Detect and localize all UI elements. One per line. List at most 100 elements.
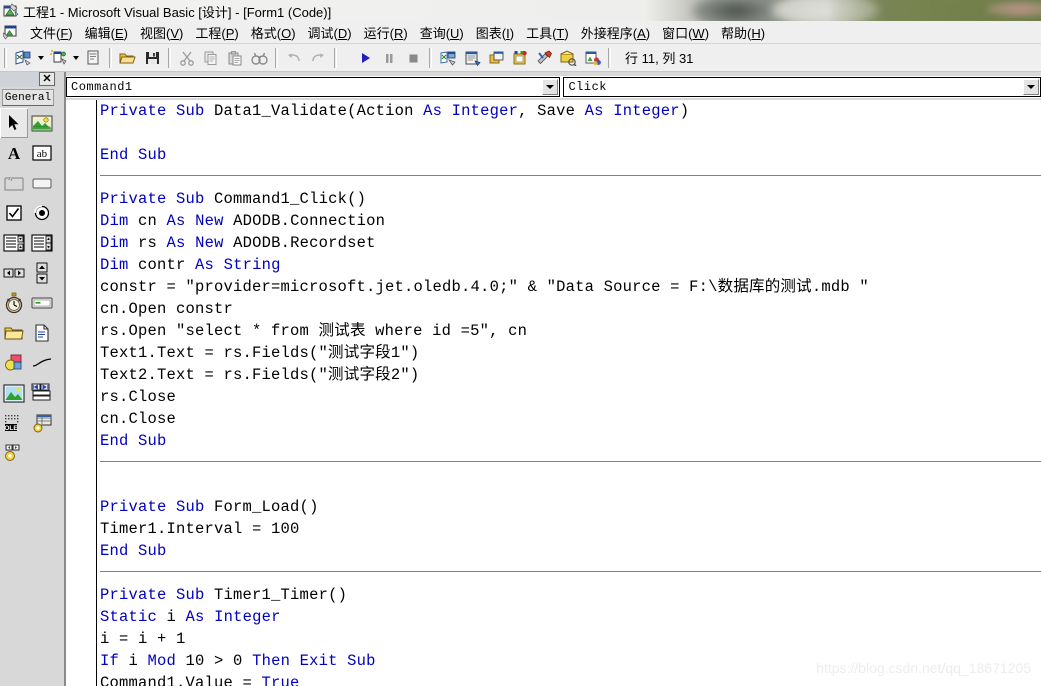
- code-line[interactable]: [100, 474, 1040, 496]
- start-button[interactable]: [353, 46, 377, 69]
- code-line[interactable]: End Sub: [100, 540, 1040, 562]
- copy-button[interactable]: [199, 46, 223, 69]
- code-line[interactable]: [100, 122, 1040, 144]
- save-project-button[interactable]: [140, 46, 164, 69]
- find-button[interactable]: [247, 46, 271, 69]
- code-line[interactable]: cn.Open constr: [100, 298, 1040, 320]
- vscrollbar-tool[interactable]: [28, 258, 56, 288]
- menu-project[interactable]: 工程(P): [189, 21, 244, 44]
- pointer-tool[interactable]: [0, 108, 28, 138]
- code-line[interactable]: Dim cn As New ADODB.Connection: [100, 210, 1040, 232]
- code-line[interactable]: Dim contr As String: [100, 254, 1040, 276]
- svg-text:xy: xy: [8, 176, 14, 182]
- code-editor[interactable]: Private Sub Data1_Validate(Action As Int…: [66, 100, 1041, 686]
- svg-text:ab: ab: [37, 148, 48, 160]
- ole-tool[interactable]: OLE: [0, 408, 28, 438]
- datagrid-tool[interactable]: [0, 438, 28, 468]
- menu-query[interactable]: 查询(U): [414, 21, 470, 44]
- dir-listbox-tool[interactable]: [0, 318, 28, 348]
- code-line[interactable]: Timer1.Interval = 100: [100, 518, 1040, 540]
- picture-box-tool[interactable]: [28, 108, 56, 138]
- code-keyword: As: [584, 102, 604, 120]
- add-form-dropdown[interactable]: [70, 46, 81, 69]
- menu-run[interactable]: 运行(R): [358, 21, 414, 44]
- add-project-dropdown[interactable]: [35, 46, 46, 69]
- menu-diagram[interactable]: 图表(I): [470, 21, 520, 44]
- toolbox-button[interactable]: [532, 46, 556, 69]
- menu-file[interactable]: 文件(F): [24, 21, 79, 44]
- object-browser-button[interactable]: [508, 46, 532, 69]
- menu-accelerator: R: [393, 25, 404, 41]
- menu-view[interactable]: 视图(V): [134, 21, 189, 44]
- combo-box-tool[interactable]: [0, 228, 28, 258]
- line-tool[interactable]: [28, 348, 56, 378]
- code-keyword: Integer: [613, 102, 680, 120]
- add-form-button[interactable]: [46, 46, 70, 69]
- data-view-button[interactable]: [556, 46, 580, 69]
- code-line[interactable]: constr = "provider=microsoft.jet.oledb.4…: [100, 276, 1040, 298]
- menu-window[interactable]: 窗口(W): [656, 21, 715, 44]
- shape-tool[interactable]: [0, 348, 28, 378]
- add-project-button[interactable]: [11, 46, 35, 69]
- menu-help[interactable]: 帮助(H): [715, 21, 771, 44]
- timer-tool[interactable]: [0, 288, 28, 318]
- project-explorer-button[interactable]: [436, 46, 460, 69]
- properties-window-button[interactable]: [460, 46, 484, 69]
- code-line[interactable]: Private Sub Timer1_Timer(): [100, 584, 1040, 606]
- cut-button[interactable]: [175, 46, 199, 69]
- code-line[interactable]: Private Sub Command1_Click(): [100, 188, 1040, 210]
- visual-component-manager-button[interactable]: [580, 46, 604, 69]
- command-button-tool[interactable]: [28, 168, 56, 198]
- option-button-tool[interactable]: [28, 198, 56, 228]
- chevron-down-icon[interactable]: [1023, 79, 1039, 95]
- form-layout-button[interactable]: [484, 46, 508, 69]
- end-button[interactable]: [401, 46, 425, 69]
- close-icon[interactable]: ✕: [39, 72, 55, 86]
- undo-button[interactable]: [282, 46, 306, 69]
- drive-listbox-tool[interactable]: [28, 288, 56, 318]
- code-line[interactable]: Text1.Text = rs.Fields("测试字段1"): [100, 342, 1040, 364]
- file-listbox-tool[interactable]: [28, 318, 56, 348]
- code-line[interactable]: Dim rs As New ADODB.Recordset: [100, 232, 1040, 254]
- window-title: 工程1 - Microsoft Visual Basic [设计] - [For…: [23, 5, 332, 20]
- chevron-down-icon[interactable]: [542, 79, 559, 95]
- checkbox-tool[interactable]: [0, 198, 28, 228]
- code-line[interactable]: rs.Close: [100, 386, 1040, 408]
- menu-edit[interactable]: 编辑(E): [79, 21, 134, 44]
- open-project-button[interactable]: [116, 46, 140, 69]
- toolbar-separator: [275, 47, 278, 68]
- menu-format[interactable]: 格式(O): [245, 21, 302, 44]
- frame-tool[interactable]: xy: [0, 168, 28, 198]
- code-line[interactable]: Static i As Integer: [100, 606, 1040, 628]
- code-line[interactable]: i = i + 1: [100, 628, 1040, 650]
- code-line[interactable]: End Sub: [100, 430, 1040, 452]
- hscrollbar-tool[interactable]: [0, 258, 28, 288]
- menu-editor-button[interactable]: [81, 46, 105, 69]
- adodc-tool[interactable]: [28, 408, 56, 438]
- break-button[interactable]: [377, 46, 401, 69]
- cursor-position-label: 行 11, 列 31: [625, 51, 694, 66]
- code-line[interactable]: cn.Close: [100, 408, 1040, 430]
- image-tool[interactable]: [0, 378, 28, 408]
- toolbox-tab-general[interactable]: General: [2, 89, 54, 106]
- document-control-icon[interactable]: [2, 24, 21, 40]
- code-text-content[interactable]: Private Sub Data1_Validate(Action As Int…: [100, 100, 1041, 686]
- paste-button[interactable]: [223, 46, 247, 69]
- procedure-dropdown[interactable]: Click: [563, 77, 1041, 97]
- label-tool[interactable]: A: [0, 138, 28, 168]
- code-keyword: New: [195, 212, 224, 230]
- list-box-tool[interactable]: [28, 228, 56, 258]
- menu-addins[interactable]: 外接程序(A): [575, 21, 656, 44]
- code-line[interactable]: rs.Open "select * from 测试表 where id =5",…: [100, 320, 1040, 342]
- code-keyword: Sub: [176, 498, 205, 516]
- code-line[interactable]: End Sub: [100, 144, 1040, 166]
- textbox-tool[interactable]: ab: [28, 138, 56, 168]
- code-line[interactable]: Private Sub Form_Load(): [100, 496, 1040, 518]
- code-line[interactable]: Text2.Text = rs.Fields("测试字段2"): [100, 364, 1040, 386]
- code-line[interactable]: Private Sub Data1_Validate(Action As Int…: [100, 100, 1040, 122]
- object-dropdown[interactable]: Command1: [66, 77, 561, 97]
- data-control-tool[interactable]: [28, 378, 56, 408]
- redo-button[interactable]: [306, 46, 330, 69]
- menu-tools[interactable]: 工具(T): [520, 21, 575, 44]
- menu-debug[interactable]: 调试(D): [302, 21, 358, 44]
